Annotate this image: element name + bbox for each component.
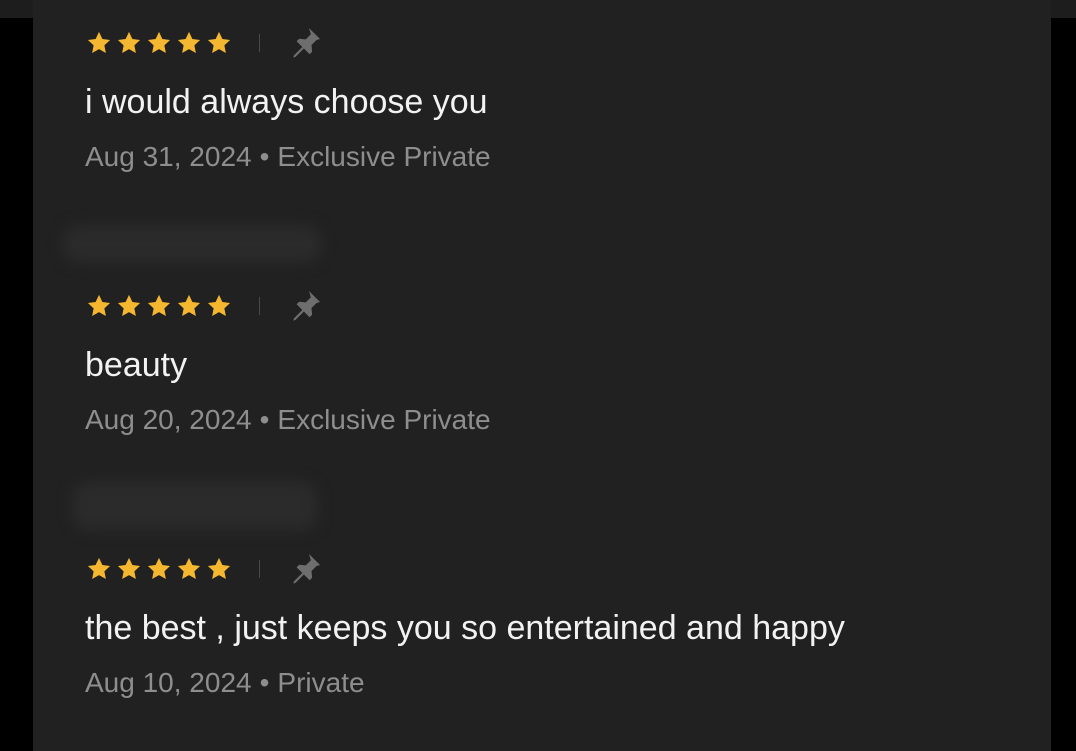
star-icon [147,294,171,317]
review-date: Aug 20, 2024 [85,404,252,435]
review-type: Private [277,667,365,698]
review-type: Exclusive Private [277,141,491,172]
redacted-username [63,226,321,262]
review-meta: Aug 20, 2024 • Exclusive Private [85,403,1025,437]
star-rating [85,292,233,320]
review-type: Exclusive Private [277,404,491,435]
star-icon [87,31,111,54]
rating-row [85,290,1025,321]
rating-row [85,553,1025,584]
meta-separator: • [259,404,270,435]
star-icon [177,294,201,317]
star-icon [87,294,111,317]
star-rating [85,555,233,583]
review-meta: Aug 10, 2024 • Private [85,666,1025,700]
star-icon [117,31,141,54]
review-text: beauty [85,346,188,384]
meta-separator: • [259,667,270,698]
redacted-username [73,482,317,530]
review-item: i would always choose you Aug 31, 2024 • E… [85,27,1025,174]
divider [259,297,260,315]
pin-icon[interactable] [286,287,324,325]
star-rating [85,29,233,57]
review-text: the best , just keeps you so entertained… [85,609,845,647]
reviews-panel: i would always choose you Aug 31, 2024 • E… [33,0,1051,751]
review-item: beauty Aug 20, 2024 • Exclusive Private [85,290,1025,437]
star-icon [207,31,231,54]
star-icon [147,557,171,580]
divider [259,560,260,578]
review-date: Aug 31, 2024 [85,141,252,172]
star-icon [177,31,201,54]
pin-icon[interactable] [286,24,324,62]
review-meta: Aug 31, 2024 • Exclusive Private [85,140,1025,174]
star-icon [177,557,201,580]
review-item: the best , just keeps you so entertained… [85,553,1025,700]
review-text: i would always choose you [85,83,488,121]
rating-row [85,27,1025,58]
star-icon [117,557,141,580]
star-icon [147,31,171,54]
star-icon [207,557,231,580]
pin-icon[interactable] [286,550,324,588]
star-icon [87,557,111,580]
divider [259,34,260,52]
star-icon [207,294,231,317]
meta-separator: • [259,141,270,172]
star-icon [117,294,141,317]
review-date: Aug 10, 2024 [85,667,252,698]
